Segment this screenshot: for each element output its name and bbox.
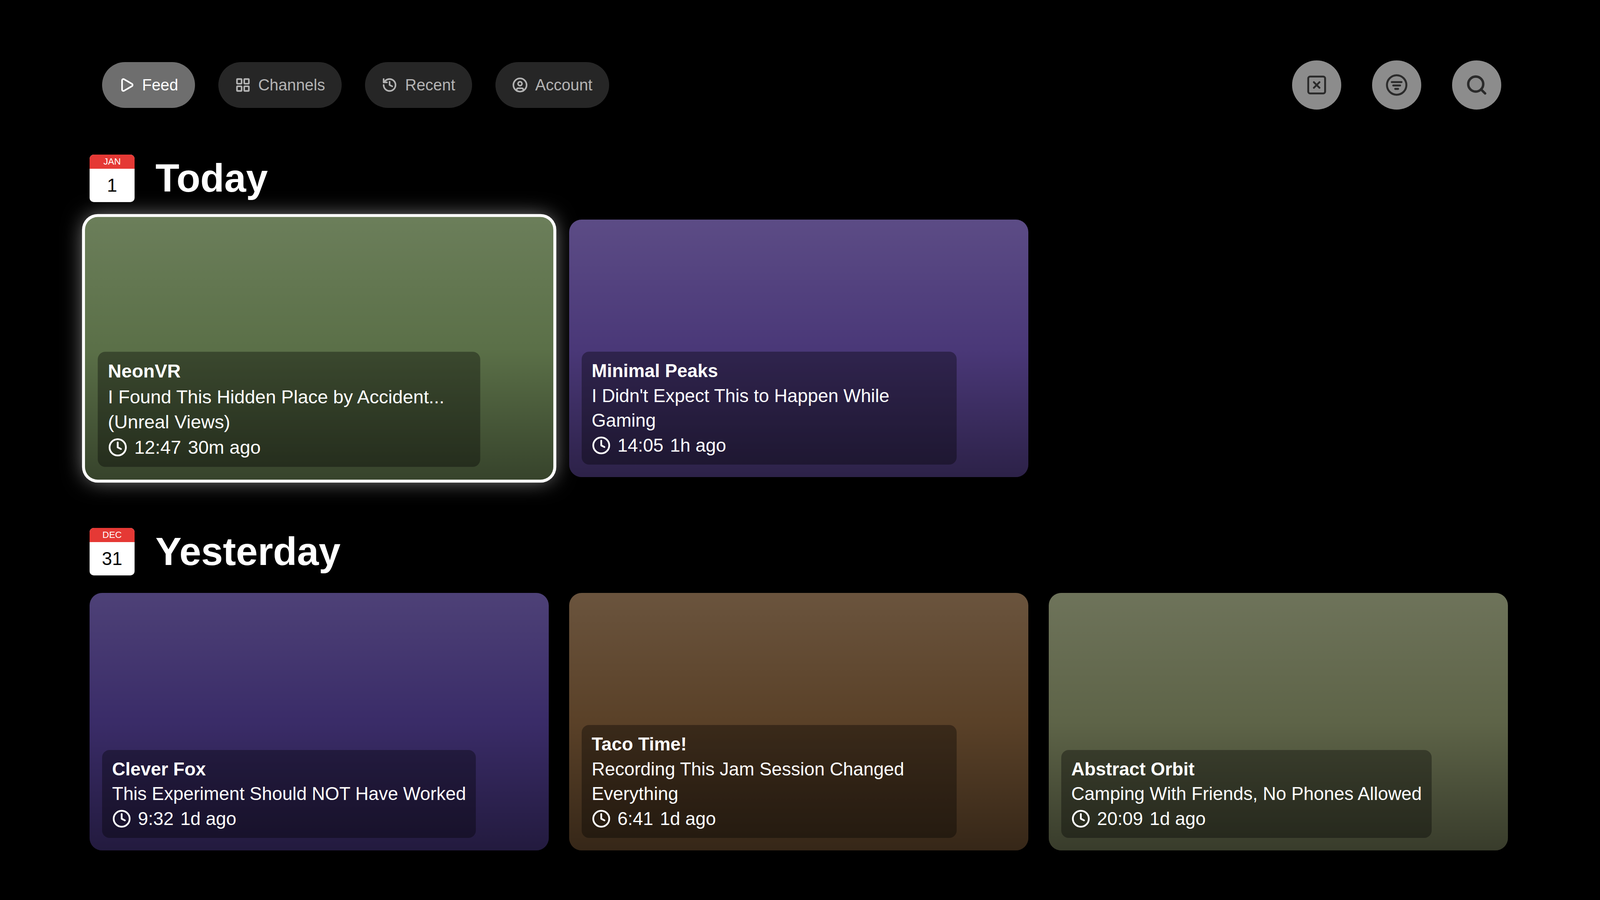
video-info-panel: Minimal PeaksI Didn't Expect This to Hap… bbox=[581, 351, 957, 465]
video-card[interactable]: Clever FoxThis Experiment Should NOT Hav… bbox=[89, 592, 549, 851]
video-duration: 9:32 bbox=[137, 806, 174, 832]
feed-section: JAN1 Today NeonVRI Found This Hidden Place… bbox=[89, 154, 1511, 478]
calendar-icon: DEC31 bbox=[89, 527, 135, 576]
video-card[interactable]: Taco Time!Recording This Jam Session Cha… bbox=[569, 592, 1029, 851]
channel-name: Clever Fox bbox=[112, 756, 466, 782]
calendar-icon: JAN1 bbox=[89, 154, 135, 203]
video-age: 1h ago bbox=[670, 432, 727, 458]
video-info-panel: Taco Time!Recording This Jam Session Cha… bbox=[581, 725, 957, 838]
video-info-panel: Abstract OrbitCamping With Friends, No P… bbox=[1061, 750, 1432, 838]
video-age: 1d ago bbox=[1149, 806, 1206, 832]
video-info-panel: Clever FoxThis Experiment Should NOT Hav… bbox=[102, 750, 476, 838]
section-title: Yesterday bbox=[155, 528, 341, 576]
clear-icon bbox=[1305, 73, 1328, 97]
video-card[interactable]: Abstract OrbitCamping With Friends, No P… bbox=[1048, 592, 1508, 851]
video-title: I Found This Hidden Place by Accident...… bbox=[107, 383, 470, 435]
video-row: NeonVRI Found This Hidden Place by Accid… bbox=[89, 219, 1511, 478]
clock-icon bbox=[591, 809, 611, 829]
section-header: DEC31 Yesterday bbox=[89, 527, 1511, 576]
video-meta: 20:091d ago bbox=[1071, 806, 1422, 832]
nav-tab[interactable]: Account bbox=[495, 62, 610, 108]
video-row: Clever FoxThis Experiment Should NOT Hav… bbox=[89, 592, 1511, 851]
section-title: Today bbox=[155, 155, 268, 203]
tab-icon bbox=[381, 77, 398, 93]
video-meta: 12:4730m ago bbox=[107, 434, 470, 460]
video-title: I Didn't Expect This to Happen While Gam… bbox=[591, 383, 947, 434]
calendar-month: DEC bbox=[89, 527, 135, 543]
video-duration: 12:47 bbox=[134, 434, 181, 460]
feed: JAN1 Today NeonVRI Found This Hidden Place… bbox=[89, 154, 1511, 851]
video-age: 30m ago bbox=[187, 434, 261, 460]
video-meta: 14:051h ago bbox=[591, 432, 947, 458]
channel-name: Minimal Peaks bbox=[591, 358, 947, 384]
nav-tabs: Feed Channels Recent Account bbox=[102, 62, 610, 108]
channel-name: Abstract Orbit bbox=[1071, 756, 1422, 782]
video-card[interactable]: Minimal PeaksI Didn't Expect This to Hap… bbox=[569, 219, 1029, 478]
video-card[interactable]: NeonVRI Found This Hidden Place by Accid… bbox=[85, 217, 554, 480]
channel-name: Taco Time! bbox=[591, 731, 947, 757]
filter-button[interactable] bbox=[1372, 60, 1422, 110]
clock-icon bbox=[107, 437, 128, 458]
clock-icon bbox=[1071, 809, 1091, 829]
video-info-panel: NeonVRI Found This Hidden Place by Accid… bbox=[97, 351, 481, 468]
nav-tab[interactable]: Feed bbox=[102, 62, 195, 108]
calendar-day: 1 bbox=[89, 168, 135, 203]
channel-name: NeonVR bbox=[107, 358, 470, 384]
app: Feed Channels Recent Account JAN1 Today NeonVR… bbox=[0, 0, 1600, 900]
video-meta: 6:411d ago bbox=[591, 806, 947, 832]
feed-section: DEC31 Yesterday Clever FoxThis Experiment … bbox=[89, 527, 1511, 851]
tab-icon bbox=[235, 77, 251, 93]
top-bar: Feed Channels Recent Account bbox=[89, 60, 1511, 110]
video-duration: 14:05 bbox=[617, 432, 664, 458]
tab-icon bbox=[118, 77, 135, 93]
video-age: 1d ago bbox=[660, 806, 717, 832]
video-title: Recording This Jam Session Changed Every… bbox=[591, 756, 947, 807]
nav-tab[interactable]: Channels bbox=[218, 62, 343, 108]
video-duration: 20:09 bbox=[1097, 806, 1143, 832]
calendar-month: JAN bbox=[89, 154, 135, 169]
nav-tab[interactable]: Recent bbox=[365, 62, 472, 108]
section-header: JAN1 Today bbox=[89, 154, 1511, 203]
calendar-day: 31 bbox=[89, 542, 135, 576]
clear-button[interactable] bbox=[1292, 60, 1342, 110]
video-title: This Experiment Should NOT Have Worked bbox=[112, 781, 466, 807]
clock-icon bbox=[112, 809, 132, 829]
video-meta: 9:321d ago bbox=[112, 806, 466, 832]
search-icon bbox=[1465, 73, 1488, 97]
tab-icon bbox=[512, 77, 528, 93]
video-age: 1d ago bbox=[180, 806, 237, 832]
video-title: Camping With Friends, No Phones Allowed bbox=[1071, 781, 1422, 807]
actions bbox=[1292, 60, 1502, 110]
filter-icon bbox=[1385, 73, 1409, 97]
video-duration: 6:41 bbox=[617, 806, 654, 832]
search-button[interactable] bbox=[1452, 60, 1502, 110]
clock-icon bbox=[591, 435, 611, 455]
